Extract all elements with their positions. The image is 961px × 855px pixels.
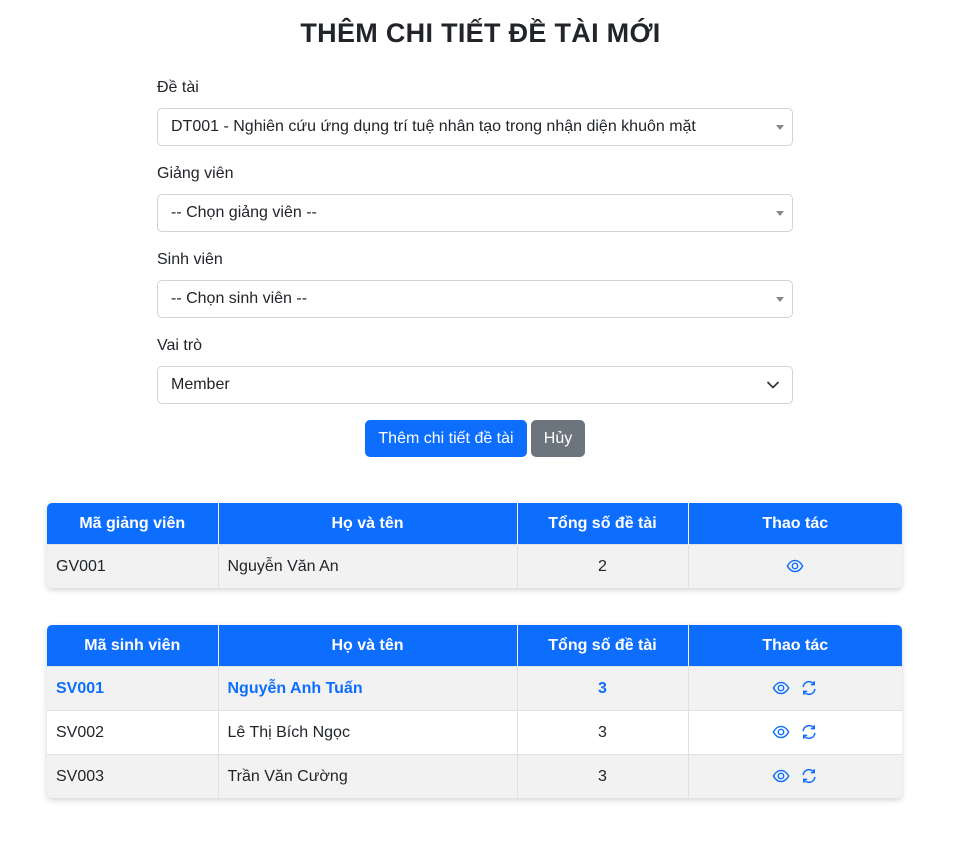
table-row: GV001 Nguyễn Văn An 2 — [47, 544, 902, 588]
lecturer-label: Giảng viên — [157, 165, 234, 182]
student-code-cell: SV002 — [47, 710, 219, 755]
lecturer-total-cell: 2 — [517, 544, 689, 588]
caret-down-icon — [776, 125, 784, 130]
chevron-down-icon — [767, 381, 779, 389]
topic-select-value: DT001 - Nghiên cứu ứng dụng trí tuệ nhân… — [171, 118, 696, 135]
refresh-icon[interactable] — [800, 723, 818, 741]
column-header-full-name: Họ và tên — [218, 503, 518, 545]
student-select-value: -- Chọn sinh viên -- — [171, 290, 308, 307]
eye-icon[interactable] — [772, 723, 790, 741]
actions-cell — [688, 666, 902, 711]
role-label: Vai trò — [157, 337, 203, 354]
student-total-cell: 3 — [517, 666, 689, 711]
lecturer-select-value: -- Chọn giảng viên -- — [171, 204, 317, 221]
table-row-selected[interactable]: SV001 Nguyễn Anh Tuấn 3 — [47, 666, 902, 711]
refresh-icon[interactable] — [800, 767, 818, 785]
student-name-cell: Nguyễn Anh Tuấn — [218, 666, 518, 711]
topic-select[interactable]: DT001 - Nghiên cứu ứng dụng trí tuệ nhân… — [157, 108, 793, 146]
caret-down-icon — [776, 297, 784, 302]
lecturer-table: Mã giảng viên Họ và tên Tổng số đề tài T… — [47, 503, 902, 588]
actions-cell — [688, 710, 902, 755]
student-total-cell: 3 — [517, 754, 689, 798]
lecturer-name-cell: Nguyễn Văn An — [218, 544, 518, 588]
table-row: SV002 Lê Thị Bích Ngọc 3 — [47, 710, 902, 755]
table-row: SV003 Trần Văn Cường 3 — [47, 754, 902, 798]
refresh-icon[interactable] — [800, 679, 818, 697]
column-header-actions: Thao tác — [688, 503, 902, 545]
page-title: THÊM CHI TIẾT ĐỀ TÀI MỚI — [300, 18, 661, 48]
cancel-button[interactable]: Hủy — [531, 420, 585, 457]
column-header-lecturer-code: Mã giảng viên — [47, 503, 219, 545]
student-code-cell: SV001 — [47, 666, 219, 711]
actions-cell — [688, 754, 902, 798]
topic-label: Đề tài — [157, 79, 199, 96]
student-table: Mã sinh viên Họ và tên Tổng số đề tài Th… — [47, 625, 902, 798]
student-name-cell: Lê Thị Bích Ngọc — [218, 710, 518, 755]
eye-icon[interactable] — [772, 679, 790, 697]
column-header-full-name: Họ và tên — [218, 625, 518, 667]
student-label: Sinh viên — [157, 251, 223, 268]
column-header-actions: Thao tác — [688, 625, 902, 667]
column-header-total-topics: Tổng số đề tài — [517, 503, 689, 545]
eye-icon[interactable] — [772, 767, 790, 785]
column-header-student-code: Mã sinh viên — [47, 625, 219, 667]
column-header-total-topics: Tổng số đề tài — [517, 625, 689, 667]
role-select-value: Member — [171, 376, 230, 393]
student-total-cell: 3 — [517, 710, 689, 755]
eye-icon[interactable] — [786, 557, 804, 575]
caret-down-icon — [776, 211, 784, 216]
role-select[interactable]: Member — [157, 366, 793, 404]
lecturer-select[interactable]: -- Chọn giảng viên -- — [157, 194, 793, 232]
lecturer-code-cell: GV001 — [47, 544, 219, 588]
add-detail-button[interactable]: Thêm chi tiết đề tài — [365, 420, 527, 457]
student-name-cell: Trần Văn Cường — [218, 754, 518, 798]
actions-cell — [688, 544, 902, 588]
page: THÊM CHI TIẾT ĐỀ TÀI MỚI Đề tài DT001 - … — [0, 0, 961, 855]
student-code-cell: SV003 — [47, 754, 219, 798]
student-select[interactable]: -- Chọn sinh viên -- — [157, 280, 793, 318]
